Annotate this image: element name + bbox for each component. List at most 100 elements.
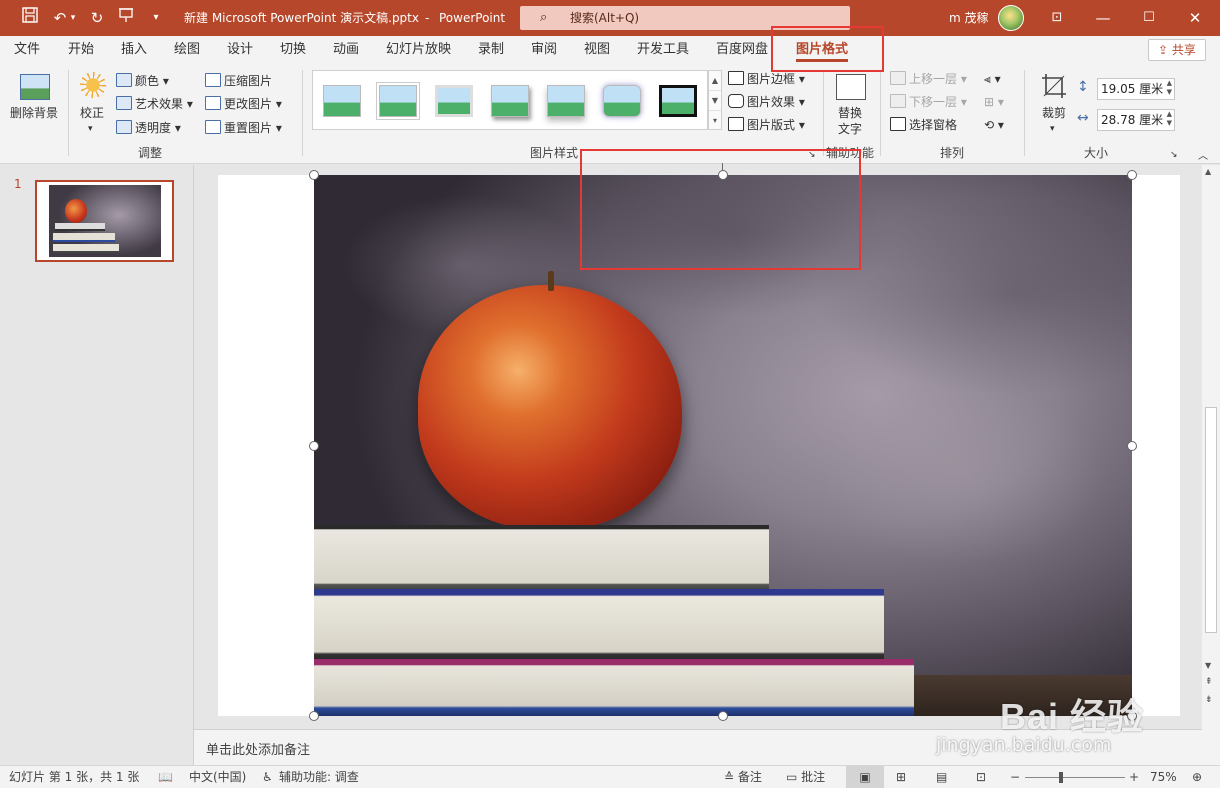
- picture-style-4[interactable]: [491, 85, 529, 117]
- gallery-down-icon[interactable]: ▼: [709, 91, 721, 111]
- tab-view[interactable]: 视图: [584, 36, 610, 64]
- group-objects-icon[interactable]: ⊞ ▾: [984, 93, 1004, 111]
- height-field[interactable]: 19.05 厘米 ▲ ▼: [1097, 78, 1175, 100]
- corrections-icon: [80, 72, 106, 98]
- change-picture-button[interactable]: 更改图片 ▾: [205, 95, 282, 113]
- tab-transitions[interactable]: 切换: [280, 36, 306, 64]
- user-name[interactable]: m 茂稼: [949, 0, 989, 36]
- color-icon: [116, 73, 132, 87]
- remove-background-icon: [20, 74, 50, 100]
- color-button[interactable]: 颜色 ▾: [116, 72, 169, 90]
- width-field[interactable]: 28.78 厘米 ▲ ▼: [1097, 109, 1175, 131]
- avatar[interactable]: [998, 5, 1024, 31]
- title-bar: ↶ ▾ ↻ ▾ 新建 Microsoft PowerPoint 演示文稿.ppt…: [0, 0, 1220, 36]
- save-icon[interactable]: [18, 6, 42, 30]
- comments-button[interactable]: ▭ 批注: [786, 766, 825, 788]
- zoom-out-icon[interactable]: −: [1010, 766, 1020, 788]
- resize-handle-top-right[interactable]: [1127, 170, 1137, 180]
- scroll-thumb[interactable]: [1205, 407, 1217, 633]
- tab-draw[interactable]: 绘图: [174, 36, 200, 64]
- vertical-scrollbar[interactable]: ▲ ▼ ⇞ ⇟: [1202, 165, 1220, 765]
- present-icon[interactable]: [114, 6, 138, 30]
- picture-style-7[interactable]: [659, 85, 697, 117]
- picture-style-5[interactable]: [547, 85, 585, 117]
- thumbnail-picture: [49, 185, 161, 257]
- tab-file[interactable]: 文件: [14, 36, 40, 64]
- previous-slide-icon[interactable]: ⇞: [1205, 677, 1213, 687]
- notes-button[interactable]: ≙ 备注: [724, 766, 762, 788]
- gallery-more-icon[interactable]: ▾: [709, 111, 721, 131]
- zoom-level[interactable]: 75%: [1150, 766, 1177, 788]
- rotate-icon[interactable]: ⟲ ▾: [984, 116, 1004, 134]
- minimize-icon[interactable]: —: [1080, 0, 1126, 36]
- chevron-down-icon: ▾: [1050, 124, 1055, 134]
- accessibility-status[interactable]: 辅助功能: 调查: [279, 766, 359, 788]
- tab-baidu-netdisk[interactable]: 百度网盘: [716, 36, 768, 64]
- artistic-effects-button[interactable]: 艺术效果 ▾: [116, 95, 193, 113]
- resize-handle-bottom[interactable]: [718, 711, 728, 721]
- transparency-button[interactable]: 透明度 ▾: [116, 119, 181, 137]
- reset-picture-button[interactable]: 重置图片 ▾: [205, 119, 282, 137]
- customize-icon[interactable]: ▾: [144, 6, 168, 30]
- normal-view-icon[interactable]: ▣: [846, 766, 884, 788]
- group-label-arrange: 排列: [940, 146, 965, 160]
- scroll-up-icon[interactable]: ▲: [1205, 167, 1211, 176]
- slide-sorter-icon[interactable]: ⊞: [896, 766, 906, 788]
- remove-background-button[interactable]: 删除背景: [10, 104, 58, 122]
- resize-handle-top-left[interactable]: [309, 170, 319, 180]
- tab-review[interactable]: 审阅: [531, 36, 557, 64]
- maximize-icon[interactable]: ☐: [1126, 0, 1172, 36]
- send-backward-button[interactable]: 下移一层 ▾: [890, 93, 967, 111]
- scroll-down-icon[interactable]: ▼: [1205, 661, 1211, 670]
- tab-animations[interactable]: 动画: [333, 36, 359, 64]
- tab-design[interactable]: 设计: [227, 36, 253, 64]
- picture-style-2[interactable]: [379, 85, 417, 117]
- tab-home[interactable]: 开始: [68, 36, 94, 64]
- bring-forward-button[interactable]: 上移一层 ▾: [890, 70, 967, 88]
- close-icon[interactable]: ✕: [1172, 0, 1218, 36]
- align-icon[interactable]: ⫷ ▾: [984, 70, 1001, 88]
- accessibility-icon[interactable]: ♿: [262, 766, 273, 788]
- picture-style-6[interactable]: [603, 85, 641, 117]
- slideshow-icon[interactable]: ⊡: [976, 766, 986, 788]
- spinner-icon[interactable]: ▲ ▼: [1167, 110, 1172, 128]
- picture-style-3[interactable]: [435, 85, 473, 117]
- picture-layout-button[interactable]: 图片版式 ▾: [728, 116, 805, 134]
- tab-slideshow[interactable]: 幻灯片放映: [386, 36, 451, 64]
- gallery-scroll[interactable]: ▲ ▼ ▾: [708, 70, 722, 130]
- selection-pane-button[interactable]: 选择窗格: [890, 116, 957, 134]
- zoom-slider-thumb[interactable]: [1059, 772, 1063, 783]
- share-button[interactable]: ⇪ 共享: [1148, 39, 1206, 61]
- picture-border-button[interactable]: 图片边框 ▾: [728, 70, 805, 88]
- zoom-slider[interactable]: [1025, 777, 1125, 778]
- top-book: [314, 525, 769, 591]
- gallery-up-icon[interactable]: ▲: [709, 71, 721, 91]
- compress-pictures-button[interactable]: 压缩图片: [205, 72, 272, 90]
- resize-handle-bottom-left[interactable]: [309, 711, 319, 721]
- ribbon-display-icon[interactable]: ⊡: [1034, 0, 1080, 36]
- spinner-icon[interactable]: ▲ ▼: [1167, 79, 1172, 97]
- fit-to-window-icon[interactable]: ⊕: [1192, 766, 1202, 788]
- dialog-launcher-icon[interactable]: ↘: [1170, 146, 1178, 164]
- slide-thumbnail[interactable]: [35, 180, 174, 262]
- width-icon: ↔: [1077, 110, 1089, 126]
- spelling-icon[interactable]: 📖: [158, 766, 173, 788]
- language-label[interactable]: 中文(中国): [189, 766, 246, 788]
- alt-text-icon: [836, 74, 866, 100]
- resize-handle-left[interactable]: [309, 441, 319, 451]
- thumbnail-book: [53, 233, 115, 242]
- collapse-ribbon-icon[interactable]: ︿: [1198, 148, 1208, 166]
- picture-style-1[interactable]: [323, 85, 361, 117]
- tab-developer[interactable]: 开发工具: [637, 36, 689, 64]
- next-slide-icon[interactable]: ⇟: [1205, 695, 1213, 705]
- redo-icon[interactable]: ↻: [85, 6, 109, 30]
- tab-record[interactable]: 录制: [478, 36, 504, 64]
- resize-handle-right[interactable]: [1127, 441, 1137, 451]
- reading-view-icon[interactable]: ▤: [936, 766, 947, 788]
- picture-effects-button[interactable]: 图片效果 ▾: [728, 93, 805, 111]
- artistic-effects-icon: [116, 96, 132, 110]
- watermark-url: jingyan.baidu.com: [936, 734, 1112, 756]
- tab-insert[interactable]: 插入: [121, 36, 147, 64]
- zoom-in-icon[interactable]: +: [1129, 766, 1139, 788]
- chevron-down-icon[interactable]: ▾: [66, 6, 80, 30]
